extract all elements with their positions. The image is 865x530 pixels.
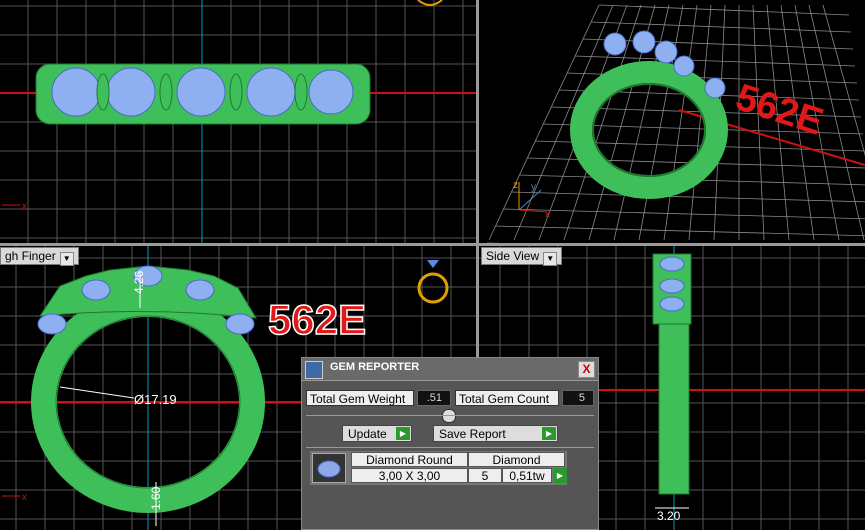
gem-reporter-title: GEM REPORTER: [330, 361, 420, 373]
viewport-label-text: Side View: [486, 249, 540, 263]
chevron-down-icon[interactable]: ▼: [543, 252, 558, 266]
update-button[interactable]: Update ▶: [342, 425, 412, 442]
ring-preview-icon: [417, 260, 449, 304]
svg-text:z: z: [513, 180, 518, 191]
total-weight-value: .51: [417, 390, 451, 406]
svg-text:4.26: 4.26: [132, 270, 146, 294]
viewport-top[interactable]: x: [0, 0, 476, 243]
splitter-handle[interactable]: [442, 409, 456, 423]
save-report-label: Save Report: [439, 427, 506, 441]
gem-shape: Diamond Round: [351, 452, 468, 467]
svg-text:3.20: 3.20: [657, 509, 681, 523]
gem-app-icon: [305, 361, 323, 379]
viewport-perspective[interactable]: 562E z y x: [479, 0, 865, 243]
gem-weight: 0,51tw: [502, 468, 552, 483]
side-shank: [658, 323, 690, 495]
divider: [306, 447, 594, 448]
svg-text:1.60: 1.60: [149, 486, 163, 510]
total-count-value: 5: [562, 390, 594, 406]
gem-reporter-titlebar[interactable]: GEM REPORTER X: [302, 358, 598, 381]
chevron-down-icon[interactable]: ▼: [59, 252, 74, 266]
close-icon[interactable]: X: [578, 361, 595, 378]
update-label: Update: [348, 427, 387, 441]
viewport-label-front[interactable]: gh Finger ▼: [0, 247, 79, 266]
perspective-canvas: 562E z y x: [487, 4, 865, 243]
play-arrow-icon[interactable]: ▶: [553, 468, 567, 483]
viewport-label-text: gh Finger: [5, 249, 56, 263]
viewport-divider-horizontal[interactable]: [0, 243, 865, 246]
divider: [306, 415, 594, 416]
svg-text:x: x: [22, 492, 27, 503]
svg-text:x: x: [545, 209, 550, 220]
gem-count: 5: [468, 468, 502, 483]
gem-type: Diamond: [468, 452, 565, 467]
gem-thumbnail-icon: [312, 453, 346, 483]
save-report-button[interactable]: Save Report ▶: [433, 425, 558, 442]
play-arrow-icon: ▶: [542, 427, 556, 440]
gem-table-row[interactable]: Diamond Round Diamond 3,00 X 3,00 5 0,51…: [310, 451, 567, 485]
viewport-label-side[interactable]: Side View ▼: [481, 247, 563, 266]
svg-text:x: x: [22, 201, 27, 212]
gem-size: 3,00 X 3,00: [351, 468, 468, 483]
play-arrow-icon: ▶: [396, 427, 410, 440]
svg-text:y: y: [531, 182, 536, 193]
total-count-label: Total Gem Count: [455, 390, 559, 406]
ring-preview-icon: [417, 0, 443, 6]
svg-text:Ø17.19: Ø17.19: [134, 392, 177, 407]
gem-reporter-panel: GEM REPORTER X Total Gem Weight .51 Tota…: [301, 357, 599, 530]
top-view-canvas: x: [0, 0, 476, 243]
total-weight-label: Total Gem Weight: [306, 390, 414, 406]
svg-text:562E: 562E: [268, 296, 366, 343]
